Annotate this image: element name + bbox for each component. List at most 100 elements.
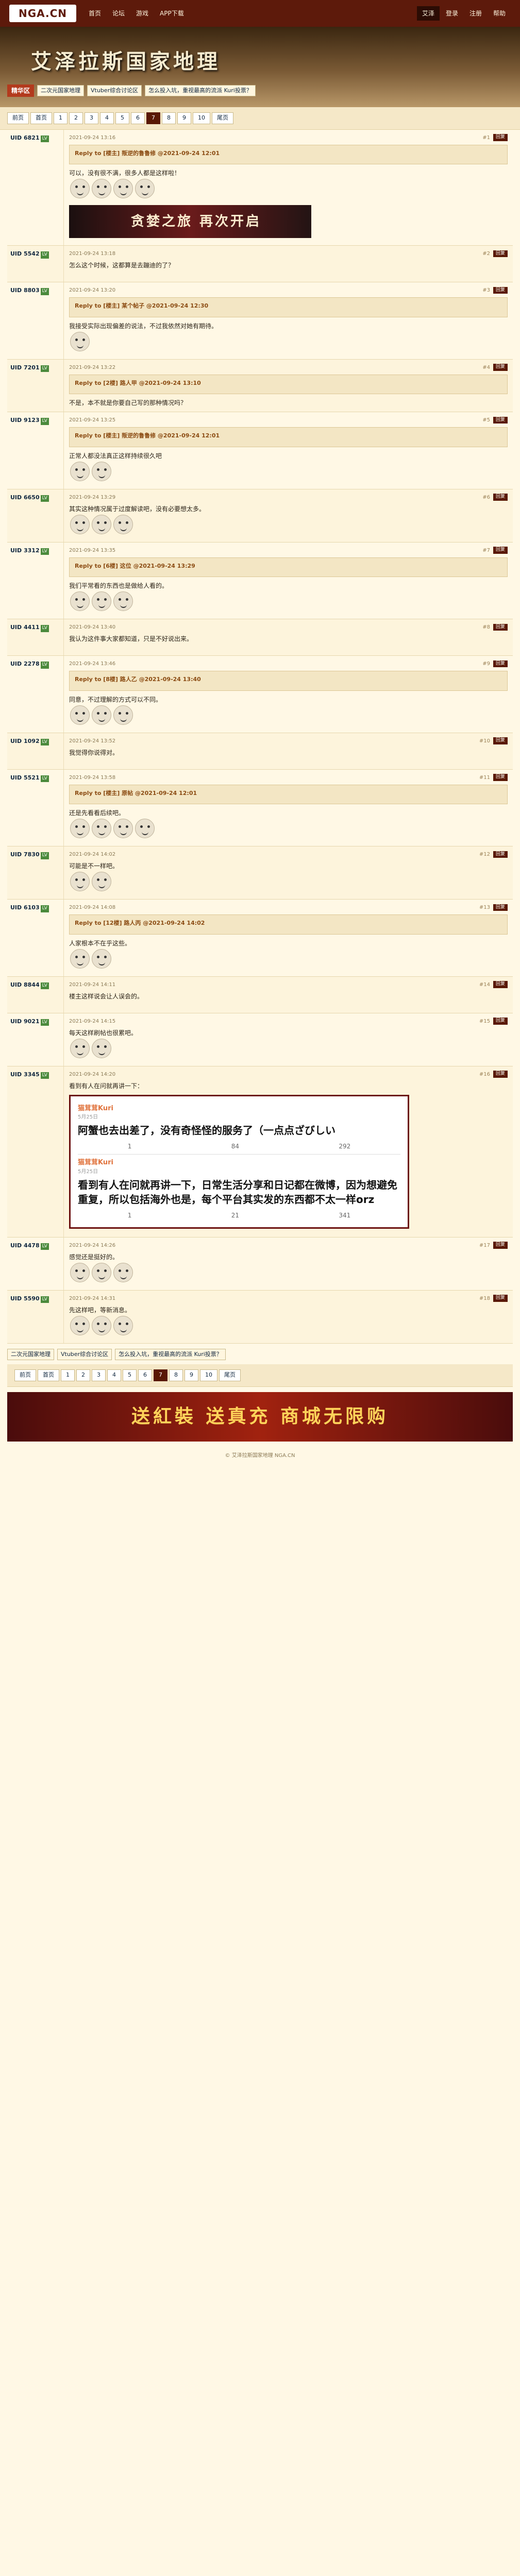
floor-number: #8 [482, 624, 490, 630]
reply-button[interactable]: 回复 [493, 1295, 508, 1302]
post-content: 同意，不过理解的方式可以不同。 [69, 696, 162, 703]
post-body: 2021-09-24 13:20 #3 回复 Reply to [楼主] 某个帖子 @… [64, 282, 513, 359]
page-button[interactable]: 7 [146, 112, 160, 124]
page-button[interactable]: 6 [131, 112, 145, 124]
post-content: 还是先看看后续吧。 [69, 809, 125, 817]
author-name[interactable]: UID 3312 [10, 547, 40, 554]
page-button[interactable]: 4 [107, 1369, 121, 1381]
page-button[interactable]: 4 [100, 112, 114, 124]
post-meta: 2021-09-24 13:16 #1 回复 [69, 134, 508, 142]
quote-block: Reply to [2楼] 路人甲 @2021-09-24 13:10 [69, 374, 508, 394]
subforum-link[interactable]: 怎么投入坑，重视最高的流派 Kuri投票？ [115, 1348, 226, 1360]
page-button[interactable]: 前页 [7, 112, 29, 124]
post-time: 2021-09-24 14:11 [69, 981, 116, 988]
page-button[interactable]: 3 [92, 1369, 106, 1381]
nav-azeroth[interactable]: 艾泽 [416, 6, 440, 21]
page-button[interactable]: 2 [76, 1369, 90, 1381]
site-logo[interactable]: NGA.CN [9, 5, 76, 22]
reply-button[interactable]: 回复 [493, 547, 508, 554]
page-button[interactable]: 10 [193, 112, 210, 124]
reply-button[interactable]: 回复 [493, 416, 508, 424]
subforum-link[interactable]: 二次元国家地理 [7, 1348, 54, 1360]
author-name[interactable]: UID 2278 [10, 660, 40, 667]
reply-button[interactable]: 回复 [493, 904, 508, 911]
subforum-link[interactable]: 二次元国家地理 [37, 84, 85, 97]
reply-button[interactable]: 回复 [493, 494, 508, 501]
ad-banner[interactable]: 送紅裝 送真充 商城无限购 [7, 1392, 513, 1442]
subforum-link[interactable]: Vtuber综合讨论区 [87, 84, 142, 97]
author-name[interactable]: UID 8803 [10, 287, 40, 294]
nav-games[interactable]: 游戏 [131, 7, 154, 20]
post-content: 楼主这样说会让人误会的。 [69, 992, 144, 1000]
reply-button[interactable]: 回复 [493, 774, 508, 781]
nav-help[interactable]: 帮助 [488, 6, 511, 21]
page-button[interactable]: 9 [177, 112, 191, 124]
reply-button[interactable]: 回复 [493, 623, 508, 631]
nav-app[interactable]: APP下载 [155, 7, 189, 20]
quote-block: Reply to [楼主] 叛逆的鲁鲁修 @2021-09-24 12:01 [69, 427, 508, 447]
post-time: 2021-09-24 13:20 [69, 287, 116, 293]
author-name[interactable]: UID 7201 [10, 364, 40, 371]
emoji-sticker-icon [70, 331, 90, 351]
game-banner-image[interactable]: 贪婪之旅 再次开启 [69, 205, 311, 238]
post-body: 2021-09-24 13:25 #5 回复 Reply to [楼主] 叛逆的鲁鲁修… [64, 412, 513, 489]
author-name[interactable]: UID 5542 [10, 250, 40, 257]
author-name[interactable]: UID 5521 [10, 774, 40, 781]
reply-button[interactable]: 回复 [493, 737, 508, 744]
floor-number: #10 [479, 738, 490, 744]
page-button[interactable]: 10 [200, 1369, 217, 1381]
page-button[interactable]: 7 [154, 1369, 167, 1381]
page-button[interactable]: 5 [123, 1369, 137, 1381]
reply-button[interactable]: 回复 [493, 1071, 508, 1078]
subforum-links: 精华区 二次元国家地理 Vtuber综合讨论区 怎么投入坑，重视最高的流派 Ku… [7, 84, 256, 97]
page-button[interactable]: 6 [138, 1369, 152, 1381]
reply-button[interactable]: 回复 [493, 1018, 508, 1025]
reply-button[interactable]: 回复 [493, 1242, 508, 1249]
author-name[interactable]: UID 7830 [10, 851, 40, 858]
author-name[interactable]: UID 4478 [10, 1242, 40, 1249]
subforum-link[interactable]: 怎么投入坑，重视最高的流派 Kuri投票？ [145, 84, 256, 97]
nav-register[interactable]: 注册 [464, 6, 487, 21]
author-name[interactable]: UID 8844 [10, 981, 40, 988]
author-name[interactable]: UID 3345 [10, 1071, 40, 1078]
page-button[interactable]: 8 [162, 112, 176, 124]
page-button[interactable]: 1 [61, 1369, 75, 1381]
page-button[interactable]: 9 [184, 1369, 198, 1381]
reply-button[interactable]: 回复 [493, 286, 508, 294]
digest-badge[interactable]: 精华区 [7, 84, 35, 97]
page-button[interactable]: 3 [85, 112, 98, 124]
author-name[interactable]: UID 4411 [10, 624, 40, 631]
post: UID 4478 LV 2021-09-24 14:26 #17 回复 感觉还是挺好的。 [7, 1237, 513, 1291]
page-button[interactable]: 尾页 [212, 112, 233, 124]
page-button[interactable]: 前页 [14, 1369, 36, 1381]
quote-header: Reply to [楼主] 某个帖子 @2021-09-24 12:30 [75, 302, 209, 309]
subforum-link[interactable]: Vtuber综合讨论区 [57, 1348, 112, 1360]
reply-button[interactable]: 回复 [493, 364, 508, 371]
reply-button[interactable]: 回复 [493, 981, 508, 988]
level-badge: LV [40, 1243, 49, 1250]
author-name[interactable]: UID 6650 [10, 494, 40, 501]
page-button[interactable]: 8 [169, 1369, 183, 1381]
page-button[interactable]: 2 [69, 112, 83, 124]
reply-button[interactable]: 回复 [493, 851, 508, 858]
author-name[interactable]: UID 9123 [10, 417, 40, 423]
page-button[interactable]: 尾页 [219, 1369, 241, 1381]
page-button[interactable]: 5 [115, 112, 129, 124]
nav-home[interactable]: 首页 [83, 7, 106, 20]
reply-button[interactable]: 回复 [493, 660, 508, 668]
author-name[interactable]: UID 6103 [10, 904, 40, 911]
author-name[interactable]: UID 6821 [10, 134, 40, 141]
reply-button[interactable]: 回复 [493, 250, 508, 258]
author-name[interactable]: UID 5590 [10, 1295, 40, 1302]
post-content: 先这样吧，等新消息。 [69, 1306, 131, 1314]
nav-forum[interactable]: 论坛 [107, 7, 130, 20]
reply-button[interactable]: 回复 [493, 134, 508, 141]
post-meta: 2021-09-24 13:22 #4 回复 [69, 364, 508, 371]
page-button[interactable]: 首页 [30, 112, 52, 124]
page-button[interactable]: 首页 [38, 1369, 59, 1381]
page-button[interactable]: 1 [54, 112, 68, 124]
level-badge: LV [40, 1072, 49, 1079]
author-name[interactable]: UID 9021 [10, 1018, 40, 1025]
nav-login[interactable]: 登录 [441, 6, 463, 21]
author-name[interactable]: UID 1092 [10, 738, 40, 744]
